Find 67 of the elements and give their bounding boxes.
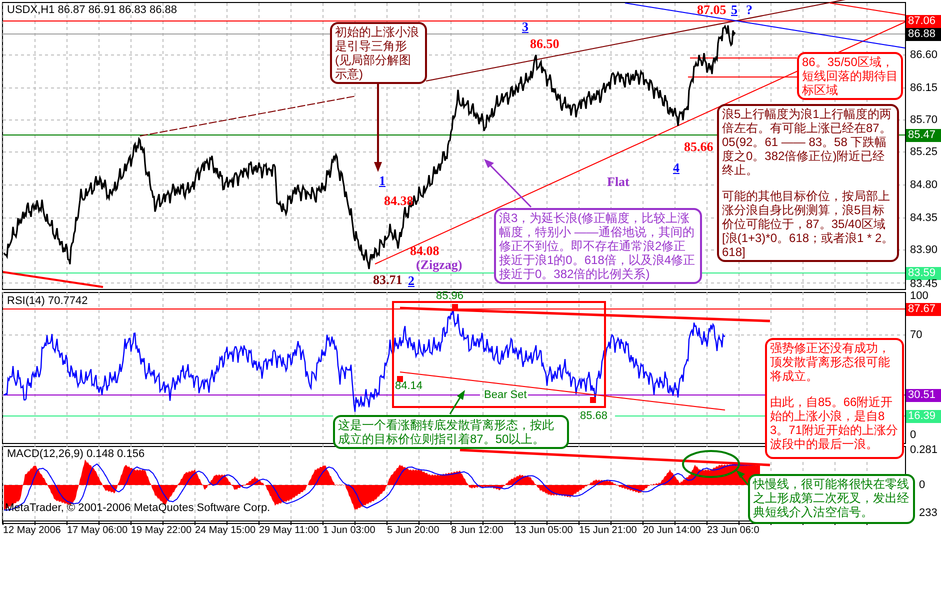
time-label: 19 May 22:00	[131, 524, 192, 537]
axis-label: 70	[910, 329, 922, 342]
chart-title: USDX,H1 86.87 86.91 86.83 86.88	[7, 4, 178, 17]
price-tag: 83.59	[906, 267, 941, 280]
indicator-title: MACD(12,26,9) 0.148 0.156	[7, 448, 145, 461]
price-tag: 30.51	[906, 389, 941, 402]
rsi-value-label: 84.14	[395, 380, 423, 392]
time-label: 24 May 15:00	[195, 524, 256, 537]
price-label: 84.08	[410, 244, 440, 258]
axis-label: 233	[919, 507, 938, 520]
time-label: 15 Jun 21:00	[579, 524, 637, 537]
time-label: 12 May 2006	[3, 524, 61, 537]
wave-label: 3	[522, 20, 528, 34]
marker-square	[452, 304, 458, 310]
note-text: 初始的上涨小浪是引导三角形(见局部分解图示意)	[335, 25, 420, 81]
axis-label: 85.70	[910, 114, 938, 127]
marker-square	[590, 397, 596, 403]
price-label: Flat	[607, 175, 630, 189]
axis-label: 84.80	[910, 179, 938, 192]
highlight-ellipse	[682, 450, 740, 478]
price-tag: 87.67	[906, 303, 941, 316]
price-tag: 86.88	[906, 28, 941, 41]
note-text: 快慢线，很可能将很快在零线之上形成第二次死叉，发出经典短线介入沽空信号。	[753, 477, 910, 519]
rsi-value-label: 85.96	[436, 290, 464, 302]
axis-label: 0	[919, 479, 926, 492]
rsi-value-label: 85.68	[580, 410, 608, 422]
axis-label: 83.45	[910, 278, 938, 291]
note-text: 由此，自85。66附近开始的上涨小浪，是自83。71附近开始的上涨分波段中的最后一浪。	[770, 395, 899, 451]
time-label: 29 May 11:00	[259, 524, 319, 537]
price-label: 85.66	[684, 140, 714, 154]
axis-label: 86.60	[910, 49, 938, 62]
note-text: 这是一个看涨翻转底发散背离形态，按此成立的目标价位则指引着87。50以上。	[338, 418, 555, 446]
wave-label: 2	[408, 274, 414, 288]
price-label: 84.38	[384, 194, 414, 208]
marker-square	[397, 376, 403, 382]
indicator-title: RSI(14) 70.7742	[7, 295, 88, 308]
price-tag: 87.06	[906, 15, 941, 28]
time-label: 8 Jun 12:00	[451, 524, 504, 537]
axis-label: 0.281	[910, 444, 938, 457]
axis-label: 83.90	[910, 244, 938, 257]
price-tag: 16.39	[906, 410, 941, 423]
price-label: (Zigzag)	[416, 258, 462, 272]
axis-label: 84.35	[910, 212, 938, 225]
wave-label: 1	[379, 174, 386, 188]
wave-label: 4	[673, 161, 680, 175]
time-label: 17 May 06:00	[67, 524, 128, 537]
note-text: 86。35/50区域，短线回落的期待目标区域	[802, 55, 898, 97]
note-text: 浪3，为延长浪(修正幅度，比较上涨幅度，特别小 ——通俗地说，其间的修正不到位。即不存在通常浪2修正接近于浪1的0。618倍，以及浪4修正接近于0。382倍的比例关系)	[499, 211, 696, 281]
axis-label: 86.15	[910, 82, 938, 95]
axis-label: 85.25	[910, 146, 938, 159]
axis-label: 0	[910, 429, 916, 442]
time-label: 13 Jun 05:00	[515, 524, 573, 537]
axis-label: 100	[910, 290, 928, 303]
note-text: 可能的其他目标价位，按局部上涨分浪自身比例测算，浪5目标价位可能位于，87。35/40区域 [浪(1+3)*0。618；或者浪1 * 2。618]	[722, 189, 894, 259]
time-label: 5 Jun 20:00	[387, 524, 440, 537]
price-label: 86.50	[530, 37, 560, 51]
wave-label: 5	[731, 3, 738, 17]
time-label: 20 Jun 14:00	[643, 524, 701, 537]
price-label: 83.71	[373, 273, 402, 287]
price-label: ?	[746, 3, 752, 17]
time-label: 23 Jun 06:0	[707, 524, 760, 537]
rsi-value-label: Bear Set	[484, 389, 527, 401]
time-label: 1 Jun 03:00	[323, 524, 376, 537]
note-text: 浪5上行幅度为浪1上行幅度的两倍左右。有可能上涨已经在87。05(92。61 —— 83。58 下跌幅度之0。382倍修正位)附近已经终止。	[722, 107, 892, 177]
note-text: 强势修正还没有成功，顶发散背离形态很可能将成立。	[770, 341, 891, 383]
price-tag: 85.47	[906, 129, 941, 142]
price-label: 87.05	[697, 3, 726, 17]
